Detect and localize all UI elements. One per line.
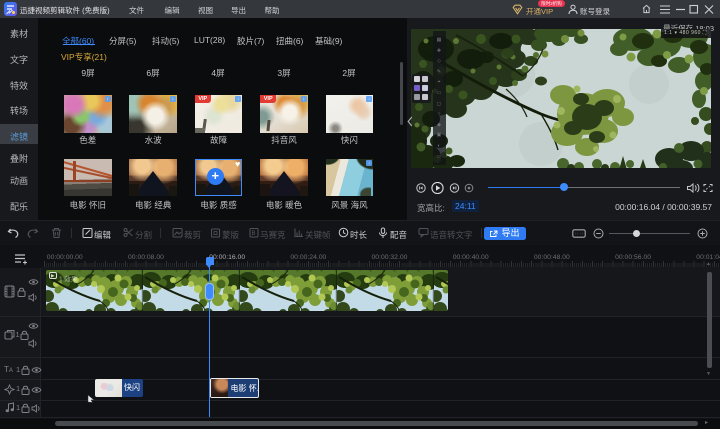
svg-text:B: B (251, 231, 255, 237)
